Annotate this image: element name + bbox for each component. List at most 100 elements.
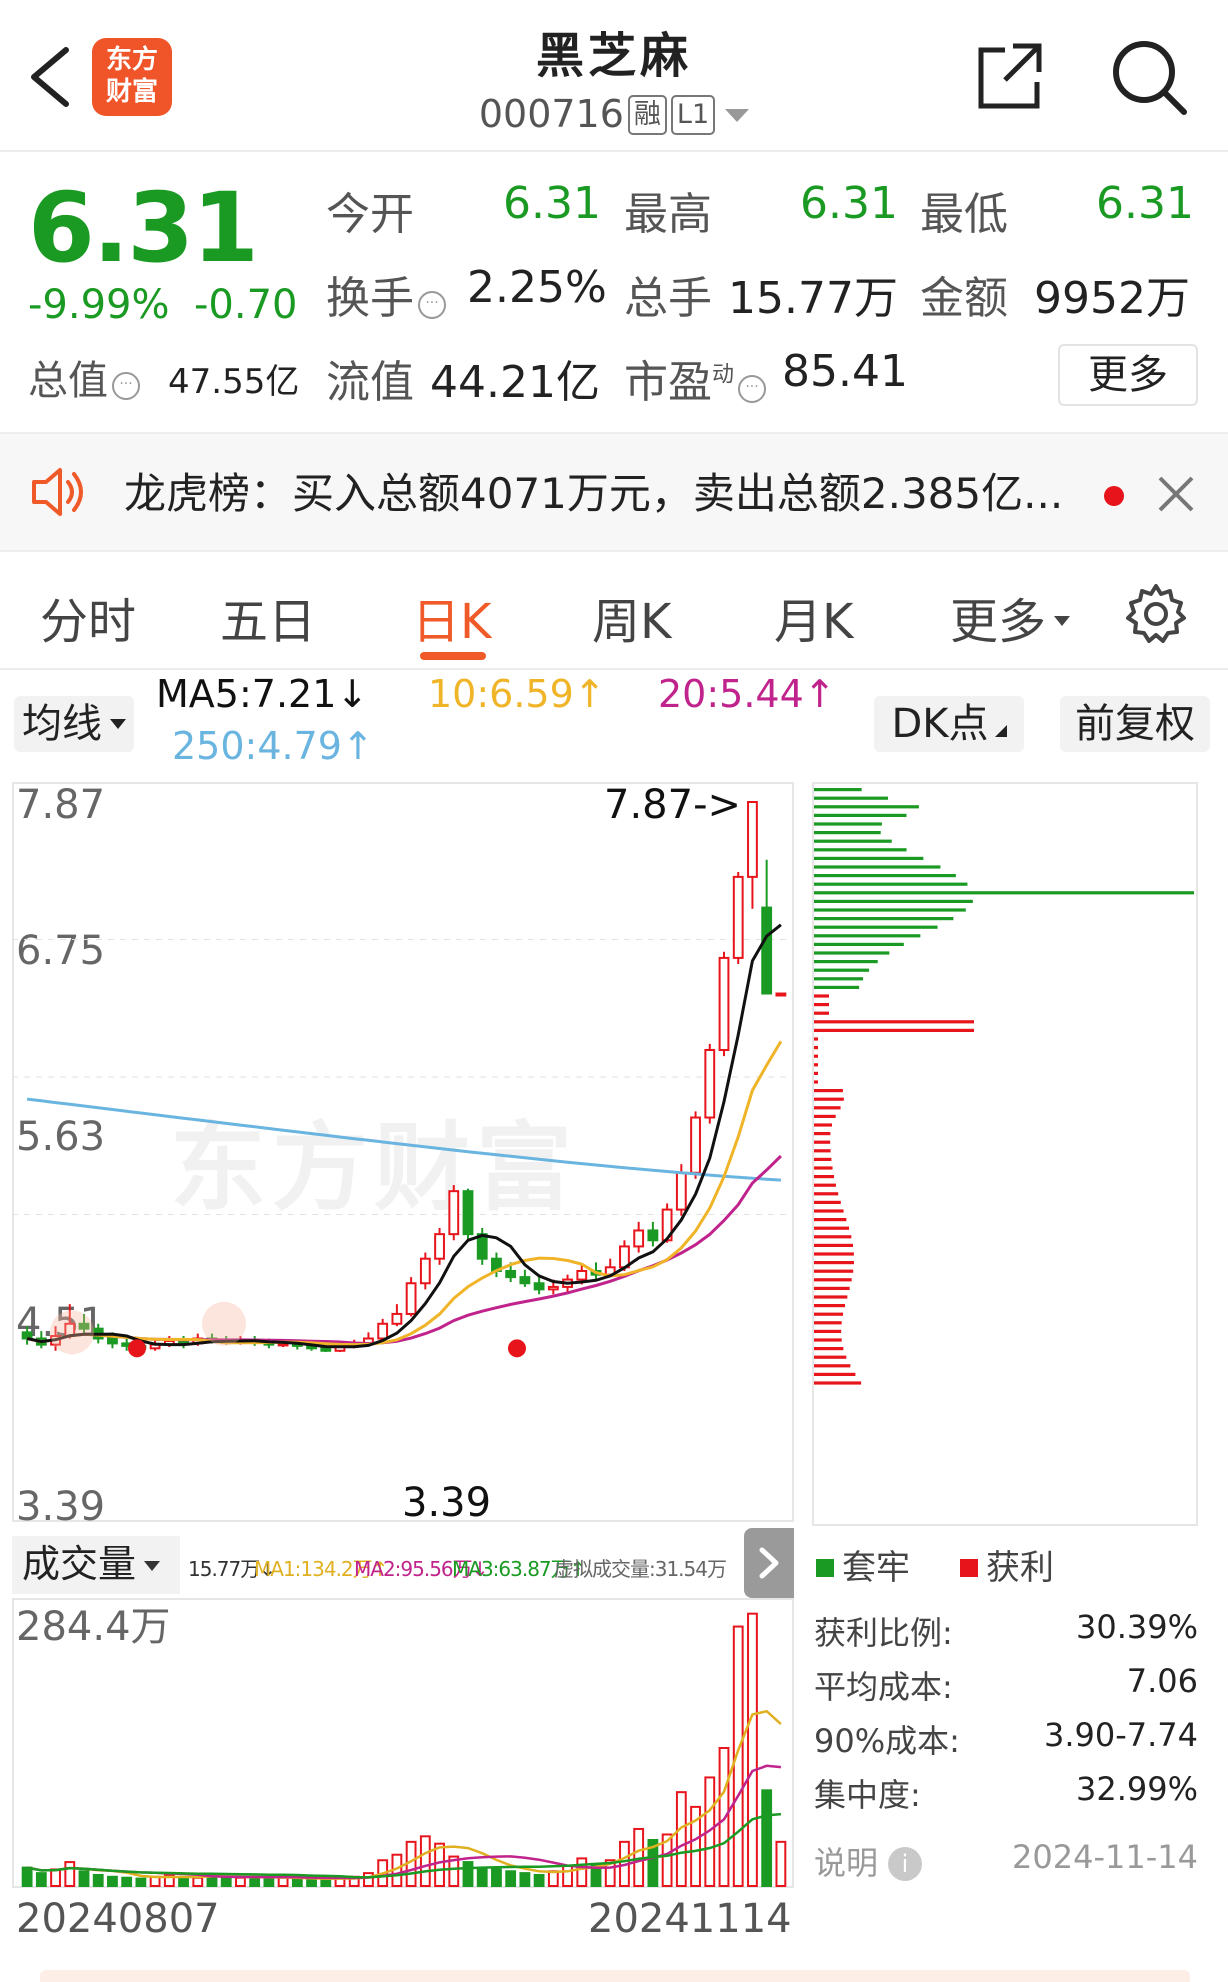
chip-bar [814,1269,854,1273]
volume-bar [462,1861,474,1887]
open-label: 今开 [326,189,414,240]
candle-body [576,1269,588,1281]
chip-bar [814,1252,854,1256]
volume-bar [263,1877,275,1888]
candle-body [434,1233,445,1260]
chip-bar [814,1261,854,1265]
expand-indicator-button[interactable] [744,1528,794,1598]
candle-body [633,1229,645,1248]
chip-bar [814,1140,831,1144]
ma-selector[interactable]: 均线 [14,696,134,752]
volume-bar [135,1877,147,1888]
tab-daily-k[interactable]: 日K [412,582,491,652]
candle-body [718,956,730,1051]
open-value: 6.31 [503,178,601,229]
candle-body [775,992,787,997]
chip-bar [814,788,862,792]
margin-tag: 融 [627,95,667,135]
period-tabs: 分时 五日 日K 周K 月K 更多 [0,560,1228,670]
chip-bar [814,1046,818,1050]
cost-90-label: 90%成本: [814,1722,960,1760]
volume-bar [306,1878,317,1887]
volume-bar [64,1861,76,1887]
candle-body [747,801,758,878]
turnover-label[interactable]: 换手 ··· [326,262,446,326]
info-icon[interactable]: ··· [738,375,767,403]
chip-bar [814,1192,839,1196]
turnover-label-text: 换手 [326,273,414,324]
high-label: 最高 [624,189,712,240]
corner-triangle-icon [994,725,1007,737]
dropdown-caret-icon [110,719,126,729]
chip-bar [814,1200,841,1204]
tab-more[interactable]: 更多 [950,582,1071,652]
info-icon[interactable]: ··· [112,372,140,400]
tab-five-day[interactable]: 五日 [220,582,316,652]
candle-body [377,1322,389,1340]
volume-ma2-line [26,1764,782,1880]
more-quote-button[interactable]: 更多 [1058,344,1198,406]
volume-bar [121,1876,133,1888]
share-icon[interactable] [975,40,1045,112]
volume-bar [107,1875,118,1887]
concentration-value: 32.99% [1075,1770,1198,1808]
chip-bar [814,805,919,809]
pe-value: 85.41 [782,346,908,397]
chip-bar [814,882,968,886]
start-date: 20240807 [16,1896,220,1942]
volume-bar [277,1876,289,1888]
pe-label[interactable]: 市盈动 ··· [624,346,767,410]
low-label: 最低 [920,189,1008,240]
volume-bar [220,1875,232,1887]
close-icon[interactable] [1156,474,1196,514]
volume-ma3-line [26,1812,782,1879]
market-cap-label[interactable]: 总值 ··· [28,348,140,406]
chip-bar [814,917,954,921]
chip-bar [814,1364,851,1368]
market-cap-value: 47.55亿 [168,362,300,402]
chip-bar [814,831,881,835]
gear-icon[interactable] [1124,582,1188,646]
buy-marker [50,1310,94,1355]
chip-bar [814,1295,848,1299]
chip-bar [814,942,904,946]
candle-body [647,1229,659,1242]
notice-bar[interactable]: 龙虎榜：买入总额4071万元，卖出总额2.385亿... [0,432,1228,552]
market-cap-label-text: 总值 [28,358,108,404]
volume-bar [50,1868,61,1888]
dk-point-button[interactable]: DK点 [874,696,1024,752]
tab-intraday[interactable]: 分时 [40,582,136,652]
volume-value: 15.77万 [728,273,898,324]
chip-bar [814,1097,844,1101]
chip-bar [814,1243,853,1247]
help-note[interactable]: 说明 i [814,1838,923,1884]
float-cap-label: 流值 [326,357,414,408]
chip-bar [814,1123,833,1127]
volume-bar [419,1835,431,1888]
chip-bar [814,1166,833,1170]
chip-bar [814,925,938,929]
pe-dynamic-mark: 动 [712,362,735,388]
chip-bar [814,1106,841,1110]
tab-monthly-k[interactable]: 月K [774,582,853,652]
end-date: 20241114 [588,1896,792,1942]
notice-text[interactable]: 龙虎榜：买入总额4071万元，卖出总额2.385亿... [124,460,1063,521]
volume-bar [761,1789,773,1888]
chip-bar [814,1372,856,1376]
cost-90-value: 3.90-7.74 [1043,1716,1198,1754]
info-icon[interactable]: i [888,1847,923,1881]
chip-bar [814,1175,835,1179]
volume-bar [434,1842,445,1887]
info-icon[interactable]: ··· [418,291,446,319]
speaker-icon [32,468,83,516]
volume-bar [235,1876,246,1888]
volume-label: 总手 [624,273,712,324]
candle-body [690,1116,701,1174]
adjust-button[interactable]: 前复权 [1060,696,1210,752]
volume-bar [675,1791,687,1887]
chip-bar [814,977,864,981]
volume-indicator-selector[interactable]: 成交量 [12,1536,180,1594]
tab-weekly-k[interactable]: 周K [592,582,671,652]
search-icon[interactable] [1108,36,1188,116]
chip-bar [814,1028,974,1032]
